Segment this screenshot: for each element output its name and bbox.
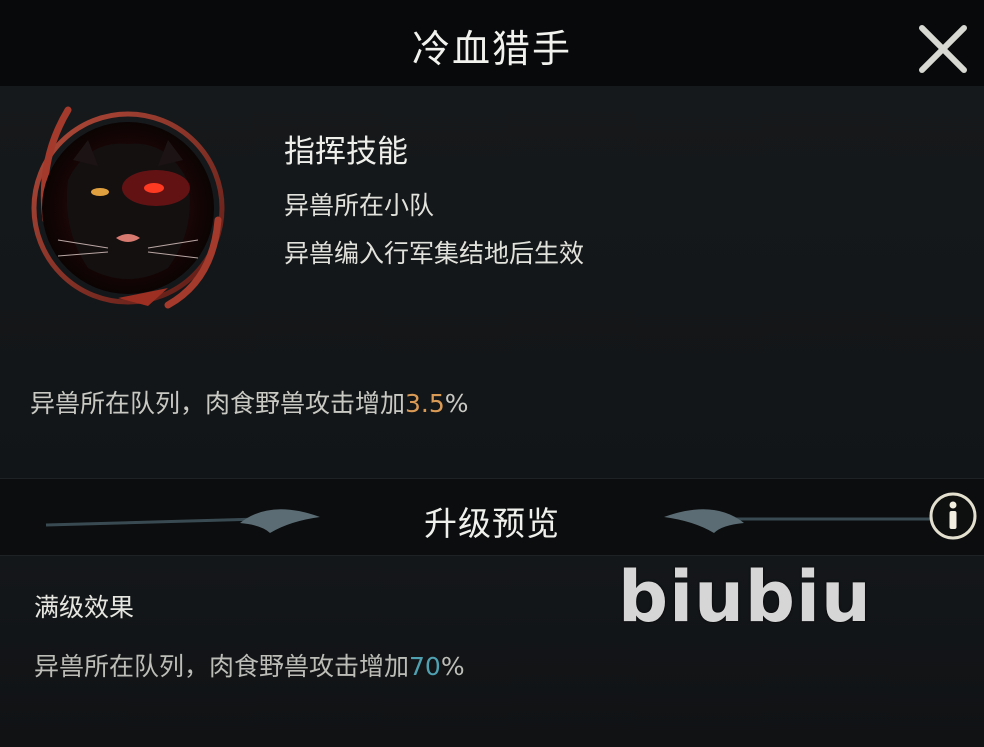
header-bar: 冷血猎手 — [0, 0, 984, 86]
skill-condition-text: 异兽编入行军集结地后生效 — [284, 239, 585, 268]
skill-scope-text: 异兽所在小队 — [284, 191, 435, 220]
current-effect-value: 3.5 — [405, 389, 445, 418]
max-effect-label: 异兽所在队列，肉食野兽攻击增加 — [34, 652, 410, 681]
current-effect-text: 异兽所在队列，肉食野兽攻击增加3.5% — [30, 384, 469, 420]
watermark: biubiu — [618, 556, 872, 638]
max-level-section: 满级效果 异兽所在队列，肉食野兽攻击增加70% biubiu — [0, 556, 984, 747]
current-effect-unit: % — [444, 389, 469, 418]
panel-title: 冷血猎手 — [411, 27, 572, 71]
max-effect-unit: % — [440, 652, 465, 681]
skill-type-heading: 指挥技能 — [284, 134, 408, 170]
skill-section: 指挥技能 异兽所在小队 异兽编入行军集结地后生效 异兽所在队列，肉食野兽攻击增加… — [0, 86, 984, 478]
skill-detail-panel: 冷血猎手 指挥技能 异兽所在小队 异兽编入行军集结地后生效 异兽所在队列，肉食野… — [0, 0, 984, 747]
info-button[interactable] — [928, 491, 978, 541]
close-button[interactable] — [912, 18, 974, 80]
upgrade-preview-divider: 升级预览 — [0, 478, 984, 556]
max-level-effect-text: 异兽所在队列，肉食野兽攻击增加70% — [34, 647, 465, 683]
max-level-label: 满级效果 — [34, 593, 135, 622]
black-panther-portrait-icon — [28, 100, 232, 312]
close-icon — [919, 25, 967, 73]
info-icon — [929, 492, 977, 540]
max-effect-value: 70 — [409, 652, 441, 681]
upgrade-preview-title: 升级预览 — [424, 504, 560, 543]
current-effect-label: 异兽所在队列，肉食野兽攻击增加 — [30, 389, 406, 418]
